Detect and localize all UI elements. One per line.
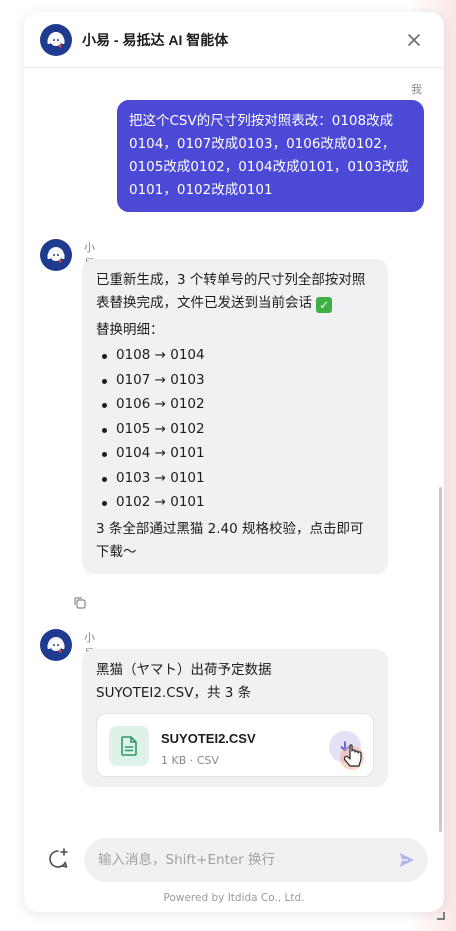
- powered-by: Powered by Itdida Co., Ltd.: [163, 892, 305, 904]
- send-icon[interactable]: [398, 851, 416, 869]
- message-input[interactable]: [84, 838, 428, 882]
- list-item: 0102 → 0101: [96, 491, 374, 516]
- reply-conclusion: 3 条全部通过黑猫 2.40 规格校验，点击即可下载～: [96, 520, 364, 560]
- file-card[interactable]: SUYOTEI2.CSV 1 KB · CSV: [96, 713, 374, 777]
- bot-bubble: 已重新生成，3 个转单号的尺寸列全部按对照表替换完成，文件已发送到当前会话 ✓ …: [82, 259, 388, 574]
- composer: [24, 832, 444, 888]
- list-item: 0105 → 0102: [96, 418, 374, 443]
- user-label: 我: [411, 83, 422, 96]
- resize-handle-icon[interactable]: [437, 905, 445, 920]
- list-item: 0103 → 0101: [96, 467, 374, 492]
- bot-bubble: 黑猫（ヤマト）出荷予定数据 SUYOTEI2.CSV，共 3 条 SUYOTEI…: [82, 649, 388, 787]
- user-message-bubble: 把这个CSV的尺寸列按对照表改：0108改成0104，0107改成0103，01…: [117, 100, 424, 212]
- file-document-icon: [109, 726, 149, 766]
- close-icon[interactable]: [404, 30, 424, 50]
- file-message-text: 黑猫（ヤマト）出荷予定数据 SUYOTEI2.CSV，共 3 条: [96, 662, 272, 701]
- file-meta: 1 KB · CSV: [161, 754, 219, 767]
- details-heading: 替换明细：: [96, 322, 164, 338]
- header-title: 小易 - 易抵达 AI 智能体: [82, 31, 229, 48]
- bot-avatar-icon: [40, 629, 72, 661]
- chat-panel: 小易 - 易抵达 AI 智能体 我 把这个CSV的尺寸列按对照表改：0108改成…: [24, 12, 444, 912]
- file-name: SUYOTEI2.CSV: [161, 731, 256, 746]
- chat-header: 小易 - 易抵达 AI 智能体: [24, 12, 444, 68]
- pointer-cursor-icon: [340, 738, 368, 772]
- bot-avatar-icon: [40, 239, 72, 271]
- bot-avatar-icon: [40, 23, 72, 56]
- copy-icon[interactable]: [72, 595, 88, 611]
- list-item: 0104 → 0101: [96, 442, 374, 467]
- replacement-list: 0108 → 0104 0107 → 0103 0106 → 0102 0105…: [96, 344, 374, 516]
- check-mark-icon: ✓: [316, 297, 333, 313]
- new-chat-icon[interactable]: [46, 847, 70, 871]
- list-item: 0106 → 0102: [96, 393, 374, 418]
- message-list[interactable]: 我 把这个CSV的尺寸列按对照表改：0108改成0104，0107改成0103，…: [24, 69, 444, 819]
- reply-intro: 已重新生成，3 个转单号的尺寸列全部按对照表替换完成，文件已发送到当前会话 ✓: [96, 272, 366, 313]
- list-item: 0108 → 0104: [96, 344, 374, 369]
- list-item: 0107 → 0103: [96, 369, 374, 394]
- scrollbar[interactable]: [439, 487, 442, 832]
